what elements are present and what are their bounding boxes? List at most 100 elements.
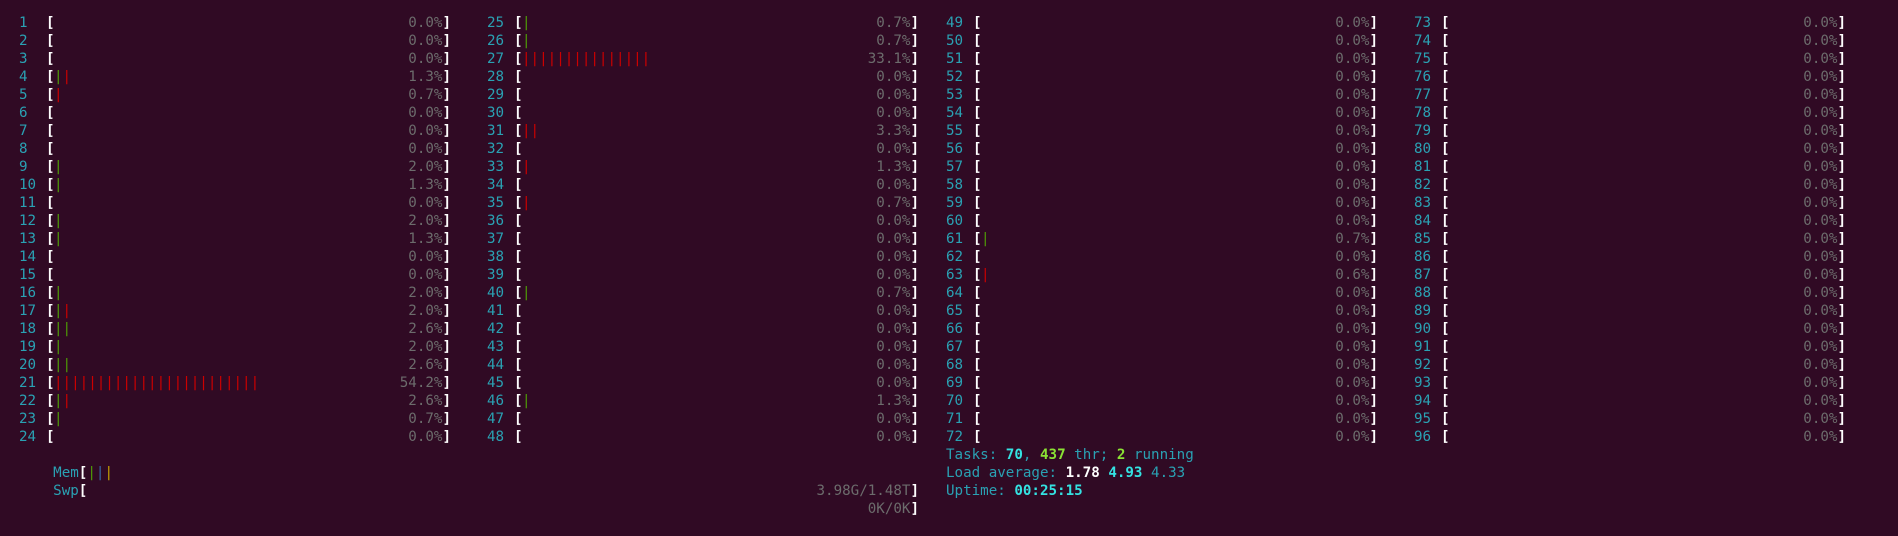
cpu-number: 44 xyxy=(487,357,505,373)
cpu-meter-73: 73 [0.0%] xyxy=(1414,14,1846,32)
cpu-number: 16 xyxy=(19,285,37,301)
cpu-left-bracket: [ xyxy=(1441,393,1450,409)
cpu-number: 75 xyxy=(1414,51,1432,67)
cpu-percent: 0.0%] xyxy=(876,339,919,355)
cpu-percent: 0.0%] xyxy=(408,141,451,157)
cpu-percent: 0.0%] xyxy=(1335,339,1378,355)
cpu-left-bracket: [ xyxy=(1441,105,1450,121)
cpu-number: 80 xyxy=(1414,141,1432,157)
cpu-left-bracket: [ xyxy=(1441,15,1450,31)
swap-label: Swp xyxy=(53,483,79,499)
cpu-percent: 0.0%] xyxy=(1335,159,1378,175)
cpu-percent: 0.0%] xyxy=(1803,357,1846,373)
cpu-number: 24 xyxy=(19,429,37,445)
cpu-meter-31: 31[|| 3.3%] xyxy=(487,122,919,140)
cpu-left-bracket: [ xyxy=(973,87,982,103)
cpu-meter-87: 87 [0.0%] xyxy=(1414,266,1846,284)
cpu-number: 18 xyxy=(19,321,37,337)
cpu-left-bracket: [ xyxy=(973,285,982,301)
cpu-usage-bars: | xyxy=(54,231,63,247)
cpu-percent: 0.0%] xyxy=(1803,123,1846,139)
cpu-left-bracket: [ xyxy=(514,357,523,373)
cpu-number: 61 xyxy=(946,231,964,247)
cpu-percent: 0.0%] xyxy=(1803,393,1846,409)
cpu-meter-37: 37 [0.0%] xyxy=(487,230,919,248)
cpu-percent: 0.0%] xyxy=(1803,429,1846,445)
cpu-usage-bars: | xyxy=(54,285,63,301)
cpu-meter-43: 43 [0.0%] xyxy=(487,338,919,356)
cpu-number: 54 xyxy=(946,105,964,121)
cpu-percent: 0.0%] xyxy=(1335,375,1378,391)
cpu-left-bracket: [ xyxy=(514,231,523,247)
cpu-left-bracket: [ xyxy=(514,375,523,391)
cpu-meter-19: 19[| 2.0%] xyxy=(19,338,451,356)
cpu-percent: 0.0%] xyxy=(1803,339,1846,355)
cpu-percent: 1.3%] xyxy=(876,393,919,409)
cpu-left-bracket: [ xyxy=(1441,339,1450,355)
cpu-percent: 0.0%] xyxy=(876,69,919,85)
cpu-number: 92 xyxy=(1414,357,1432,373)
cpu-percent: 0.0%] xyxy=(408,33,451,49)
cpu-left-bracket: [ xyxy=(973,195,982,211)
cpu-percent: 0.0%] xyxy=(876,231,919,247)
cpu-meter-18: 18[|| 2.6%] xyxy=(19,320,451,338)
cpu-number: 87 xyxy=(1414,267,1432,283)
cpu-left-bracket: [ xyxy=(973,69,982,85)
cpu-percent: 0.0%] xyxy=(1803,249,1846,265)
cpu-percent: 0.0%] xyxy=(1803,231,1846,247)
cpu-meter-40: 40[| 0.7%] xyxy=(487,284,919,302)
cpu-left-bracket: [ xyxy=(1441,267,1450,283)
cpu-meter-3: 3 [0.0%] xyxy=(19,50,451,68)
cpu-left-bracket: [ xyxy=(973,141,982,157)
cpu-left-bracket: [ xyxy=(46,123,55,139)
cpu-number: 59 xyxy=(946,195,964,211)
cpu-left-bracket: [ xyxy=(973,303,982,319)
cpu-column-3: 49 [0.0%] 50 [0.0%] 51 [0.0%] 52 [0.0%] 53 [0.0%]… xyxy=(946,14,1378,446)
cpu-left-bracket: [ xyxy=(514,411,523,427)
cpu-meter-56: 56 [0.0%] xyxy=(946,140,1378,158)
cpu-meter-83: 83 [0.0%] xyxy=(1414,194,1846,212)
cpu-left-bracket: [ xyxy=(1441,87,1450,103)
cpu-percent: 0.0%] xyxy=(1803,51,1846,67)
cpu-percent: 0.0%] xyxy=(876,105,919,121)
cpu-number: 60 xyxy=(946,213,964,229)
cpu-left-bracket: [ xyxy=(973,51,982,67)
cpu-left-bracket: [ xyxy=(46,141,55,157)
cpu-number: 74 xyxy=(1414,33,1432,49)
cpu-meter-20: 20[|| 2.6%] xyxy=(19,356,451,374)
cpu-meter-8: 8 [0.0%] xyxy=(19,140,451,158)
cpu-percent: 0.7%] xyxy=(876,195,919,211)
cpu-percent: 0.0%] xyxy=(876,267,919,283)
cpu-usage-bars: || xyxy=(54,303,72,319)
cpu-number: 84 xyxy=(1414,213,1432,229)
cpu-meter-75: 75 [0.0%] xyxy=(1414,50,1846,68)
cpu-left-bracket: [ xyxy=(973,375,982,391)
cpu-number: 9 xyxy=(19,159,28,175)
cpu-left-bracket: [ xyxy=(973,429,982,445)
cpu-percent: 0.0%] xyxy=(1335,141,1378,157)
cpu-left-bracket: [ xyxy=(1441,321,1450,337)
cpu-left-bracket: [ xyxy=(1441,159,1450,175)
cpu-number: 40 xyxy=(487,285,505,301)
cpu-left-bracket: [ xyxy=(1441,429,1450,445)
load-fifteen: 4.33 xyxy=(1151,465,1186,481)
cpu-percent: 1.3%] xyxy=(408,177,451,193)
memory-meter: Mem[||| 3.98G/1.48T] xyxy=(19,446,919,499)
cpu-percent: 2.0%] xyxy=(408,159,451,175)
cpu-meter-61: 61[| 0.7%] xyxy=(946,230,1378,248)
cpu-number: 65 xyxy=(946,303,964,319)
cpu-number: 32 xyxy=(487,141,505,157)
cpu-percent: 0.0%] xyxy=(876,375,919,391)
cpu-number: 76 xyxy=(1414,69,1432,85)
cpu-left-bracket: [ xyxy=(46,195,55,211)
cpu-left-bracket: [ xyxy=(514,87,523,103)
cpu-number: 77 xyxy=(1414,87,1432,103)
cpu-meter-15: 15 [0.0%] xyxy=(19,266,451,284)
cpu-number: 69 xyxy=(946,375,964,391)
cpu-number: 55 xyxy=(946,123,964,139)
uptime-value: 00:25:15 xyxy=(1014,483,1083,499)
cpu-usage-bars: | xyxy=(981,231,990,247)
htop-terminal: 1[0.0%] 2[0.0%] 3[0.0%] 4[|| 1.3%] 5[| 0.7%] 6[… xyxy=(0,0,1898,517)
cpu-meter-32: 32 [0.0%] xyxy=(487,140,919,158)
cpu-percent: 2.6%] xyxy=(408,357,451,373)
